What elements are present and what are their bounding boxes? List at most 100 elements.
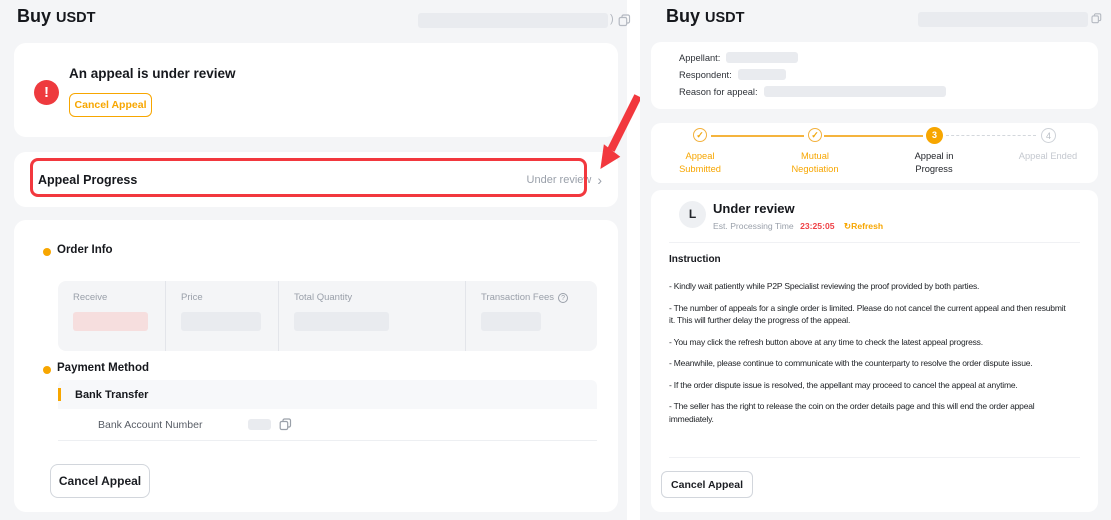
instruction-item: - Kindly wait patiently while P2P Specia… (669, 280, 1073, 293)
reason-label: Reason for appeal: (679, 87, 758, 97)
order-col-label: Price (181, 292, 278, 303)
est-processing-label: Est. Processing Time (713, 221, 794, 231)
payment-method-heading: Payment Method (57, 362, 149, 374)
cancel-appeal-button[interactable]: Cancel Appeal (69, 93, 152, 117)
instruction-item: - Meanwhile, please continue to communic… (669, 357, 1073, 370)
bullet-icon (43, 366, 51, 374)
chevron-right-icon[interactable]: › (597, 173, 602, 187)
order-col-label-text: Transaction Fees (481, 292, 554, 303)
divider (669, 457, 1080, 458)
bullet-icon (43, 248, 51, 256)
order-col-receive: Receive (58, 281, 165, 351)
step-connector (711, 135, 804, 137)
review-status-title: Under review (713, 201, 795, 216)
appeal-progress-row[interactable]: Appeal Progress Under review › (14, 152, 618, 207)
order-summary-box: Receive Price Total Quantity Transaction… (58, 281, 597, 351)
appeal-progress-status: Under review (527, 174, 592, 186)
redacted-account-number (248, 419, 271, 430)
copy-icon[interactable] (1091, 13, 1102, 24)
order-col-label: Transaction Fees ? (481, 292, 597, 303)
step2-label: Mutual Negotiation (777, 150, 853, 177)
reason-row: Reason for appeal: (679, 86, 946, 97)
respondent-row: Respondent: (679, 69, 786, 80)
redacted-fees-value (481, 312, 541, 331)
page-title: Buy USDT (666, 6, 745, 27)
order-col-fees: Transaction Fees ? (465, 281, 597, 351)
order-col-label: Receive (73, 292, 165, 303)
appeal-alert-card: ! An appeal is under review Cancel Appea… (14, 43, 618, 137)
page-title-asset: USDT (705, 10, 744, 26)
step-label-line: Progress (896, 163, 972, 176)
divider (669, 242, 1080, 243)
redacted-order-meta (418, 13, 608, 28)
cancel-appeal-button[interactable]: Cancel Appeal (661, 471, 753, 498)
payment-method-header: Bank Transfer (58, 380, 597, 409)
order-meta-suffix: ) (610, 13, 614, 25)
appeal-stepper-card: ✓ ✓ 3 4 Appeal Submitted Mutual Negotiat… (651, 123, 1098, 183)
processing-time-row: Est. Processing Time 23:25:05 ↻Refresh (713, 221, 883, 232)
instruction-item: - You may click the refresh button above… (669, 336, 1073, 349)
redacted-order-meta (918, 12, 1088, 27)
copy-icon[interactable] (279, 418, 292, 431)
step-label-line: Appeal (662, 150, 738, 163)
instruction-item: - If the order dispute issue is resolved… (669, 379, 1073, 392)
step3-label: Appeal in Progress (896, 150, 972, 177)
appeal-review-screen: Buy USDT ) ! An appeal is under review Ca… (0, 0, 1111, 520)
info-question-icon[interactable]: ? (558, 293, 568, 303)
redacted-quantity-value (294, 312, 389, 331)
refresh-label: Refresh (851, 221, 883, 231)
countdown-timer: 23:25:05 (800, 221, 834, 231)
redacted-reason (764, 86, 946, 97)
refresh-button[interactable]: ↻Refresh (844, 221, 883, 231)
order-info-heading: Order Info (57, 244, 113, 256)
step-connector (824, 135, 923, 137)
status-avatar: L (679, 201, 706, 228)
order-col-quantity: Total Quantity (278, 281, 465, 351)
payment-method-box: Bank Transfer Bank Account Number (58, 380, 597, 441)
step-connector-dashed (946, 135, 1036, 136)
step1-check-icon: ✓ (693, 128, 707, 142)
page-title-action: Buy (666, 6, 700, 26)
appeal-progress-label: Appeal Progress (38, 173, 137, 187)
appellant-label: Appellant: (679, 53, 720, 63)
step-label-line: Appeal Ended (1010, 150, 1086, 163)
instruction-heading: Instruction (669, 254, 721, 265)
order-detail-panel: Buy USDT ) ! An appeal is under review Ca… (0, 0, 627, 520)
bank-account-label: Bank Account Number (98, 419, 248, 431)
appeal-progress-status-group: Under review › (527, 173, 602, 187)
instruction-list: - Kindly wait patiently while P2P Specia… (669, 280, 1073, 434)
order-col-label: Total Quantity (294, 292, 465, 303)
alert-heading: An appeal is under review (69, 66, 236, 81)
cancel-appeal-button[interactable]: Cancel Appeal (50, 464, 150, 498)
redacted-appellant (726, 52, 798, 63)
step-label-line: Submitted (662, 163, 738, 176)
payment-method-name: Bank Transfer (75, 389, 148, 401)
instruction-item: - The number of appeals for a single ord… (669, 302, 1073, 327)
step1-label: Appeal Submitted (662, 150, 738, 177)
appeal-parties-card: Appellant: Respondent: Reason for appeal… (651, 42, 1098, 109)
step4-number-badge: 4 (1041, 128, 1056, 143)
appeal-detail-panel: Buy USDT Appellant: Respondent: Reason fo… (640, 0, 1111, 520)
order-info-card: Order Info Receive Price Total Quantity … (14, 220, 618, 512)
page-title-asset: USDT (56, 10, 95, 26)
copy-icon[interactable] (618, 14, 631, 27)
order-col-price: Price (165, 281, 278, 351)
page-title: Buy USDT (17, 6, 96, 27)
page-title-action: Buy (17, 6, 51, 26)
step3-number-badge: 3 (926, 127, 943, 144)
review-status-card: L Under review Est. Processing Time 23:2… (651, 190, 1098, 512)
step4-label: Appeal Ended (1010, 150, 1086, 163)
respondent-label: Respondent: (679, 70, 732, 80)
instruction-item: - The seller has the right to release th… (669, 400, 1073, 425)
orange-bar-icon (58, 388, 61, 401)
redacted-receive-value (73, 312, 148, 331)
step-label-line: Mutual (777, 150, 853, 163)
step-label-line: Appeal in (896, 150, 972, 163)
redacted-respondent (738, 69, 786, 80)
payment-detail-row: Bank Account Number (58, 409, 597, 441)
step2-check-icon: ✓ (808, 128, 822, 142)
alert-exclamation-icon: ! (34, 80, 59, 105)
redacted-price-value (181, 312, 261, 331)
appellant-row: Appellant: (679, 52, 798, 63)
step-label-line: Negotiation (777, 163, 853, 176)
